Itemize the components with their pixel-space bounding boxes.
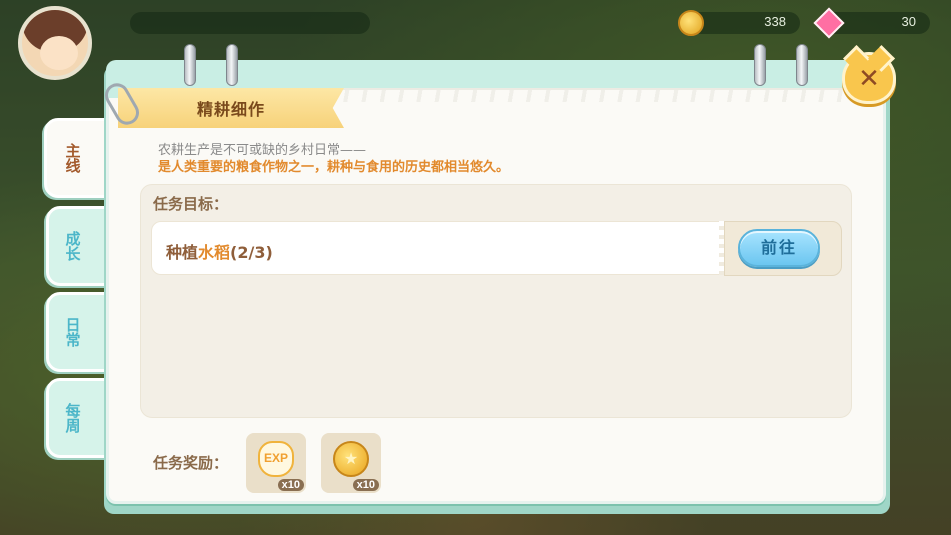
rewards-label: 任务奖励： xyxy=(153,454,229,472)
task-objectives-box xyxy=(140,184,852,418)
avatar-face xyxy=(40,36,78,70)
reward-quantity: x10 xyxy=(352,479,379,491)
binder-ring xyxy=(226,44,238,86)
tab-weekly-label: 每周 xyxy=(63,403,82,433)
tab-main[interactable]: 主线 xyxy=(44,118,110,198)
task-name-prefix: 种植 xyxy=(166,243,199,262)
exp-icon: EXP xyxy=(258,441,294,477)
tab-growth-label: 成长 xyxy=(63,231,82,261)
gem-count: 30 xyxy=(901,14,916,29)
tab-growth[interactable]: 成长 xyxy=(46,206,108,286)
coin-bar[interactable]: 338 xyxy=(690,12,800,34)
player-avatar[interactable] xyxy=(18,6,92,80)
close-icon: ✕ xyxy=(858,64,880,94)
tab-daily-label: 日常 xyxy=(63,317,82,347)
reward-exp[interactable]: EXP x10 xyxy=(246,433,306,493)
binder-ring xyxy=(184,44,196,86)
task-name: 种植水稻(2/3) xyxy=(166,239,273,263)
coin-star: ★ xyxy=(343,449,359,468)
task-name-target: 水稻 xyxy=(198,243,231,262)
binder-ring xyxy=(754,44,766,86)
close-button[interactable]: ✕ xyxy=(842,52,896,104)
binder-ring xyxy=(796,44,808,86)
coin-icon: ★ xyxy=(333,441,369,477)
reward-quantity: x10 xyxy=(277,479,304,491)
reward-coin[interactable]: ★ x10 xyxy=(321,433,381,493)
go-button[interactable]: 前往 xyxy=(738,229,820,267)
task-objectives-title: 任务目标： xyxy=(153,195,229,213)
level-bar xyxy=(130,12,370,34)
coin-count: 338 xyxy=(764,14,786,29)
exp-text: EXP xyxy=(263,451,288,465)
tab-main-label: 主线 xyxy=(63,143,82,173)
coin-icon xyxy=(678,10,704,36)
task-progress: (2/3) xyxy=(230,243,273,262)
tab-daily[interactable]: 日常 xyxy=(46,292,108,372)
panel-title: 精耕细作 xyxy=(196,100,265,119)
description-line-2: 是人类重要的粮食作物之一，耕种与食用的历史都相当悠久。 xyxy=(158,160,510,175)
tab-weekly[interactable]: 每周 xyxy=(46,378,108,458)
